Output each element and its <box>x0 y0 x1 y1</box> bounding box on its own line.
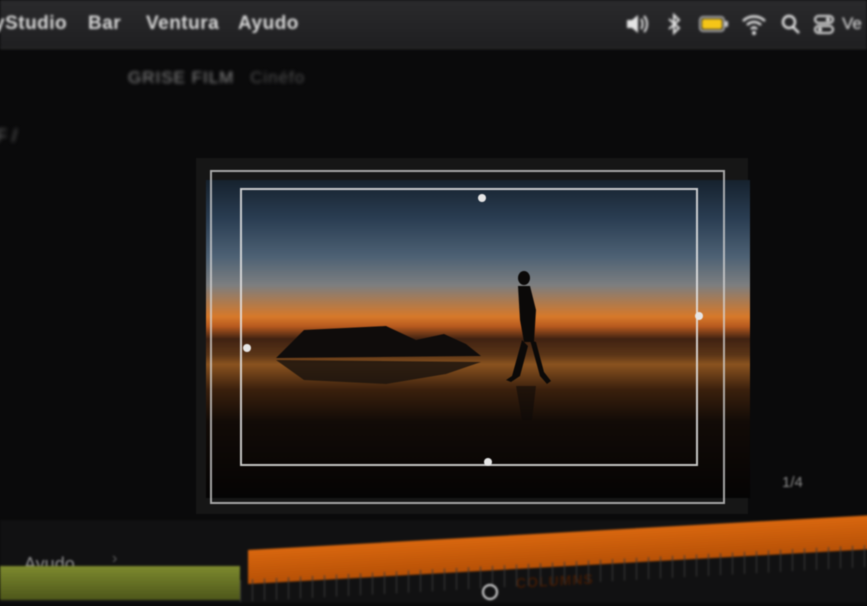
menu-bar-item[interactable]: Bar <box>88 13 121 35</box>
crop-frame-inner[interactable] <box>240 188 698 466</box>
playhead-handle[interactable] <box>482 584 498 600</box>
photo-viewer <box>196 158 750 514</box>
crop-handle-top[interactable] <box>478 194 486 202</box>
crop-handle-right[interactable] <box>695 312 703 320</box>
page-indicator: 1/4 <box>782 474 803 491</box>
panel-title: GRISE FILM Cinéfo <box>128 68 305 88</box>
zoom-control[interactable]: F / <box>0 126 17 147</box>
battery-icon[interactable] <box>698 10 730 38</box>
volume-icon[interactable] <box>624 10 650 38</box>
search-icon[interactable] <box>779 10 803 38</box>
timeline: Ayudo › COLUMNS <box>0 514 867 603</box>
timeline-track-green[interactable] <box>0 566 240 600</box>
menu-app-name[interactable]: yStudio <box>0 13 67 35</box>
menu-ventura-item[interactable]: Ventura <box>146 13 219 35</box>
wifi-icon[interactable] <box>740 10 768 38</box>
menu-help-item[interactable]: Ayudo <box>238 13 299 35</box>
menu-bar: yStudio Bar Ventura Ayudo Ve <box>0 0 867 49</box>
control-center-icon[interactable] <box>812 10 836 38</box>
bluetooth-icon[interactable] <box>666 10 682 38</box>
panel-subtitle: Cinéfo <box>250 68 306 87</box>
menu-clock[interactable]: Ve <box>842 14 862 42</box>
panel-title-text: GRISE FILM <box>128 68 235 87</box>
crop-handle-left[interactable] <box>243 344 251 352</box>
crop-handle-bottom[interactable] <box>484 458 492 466</box>
